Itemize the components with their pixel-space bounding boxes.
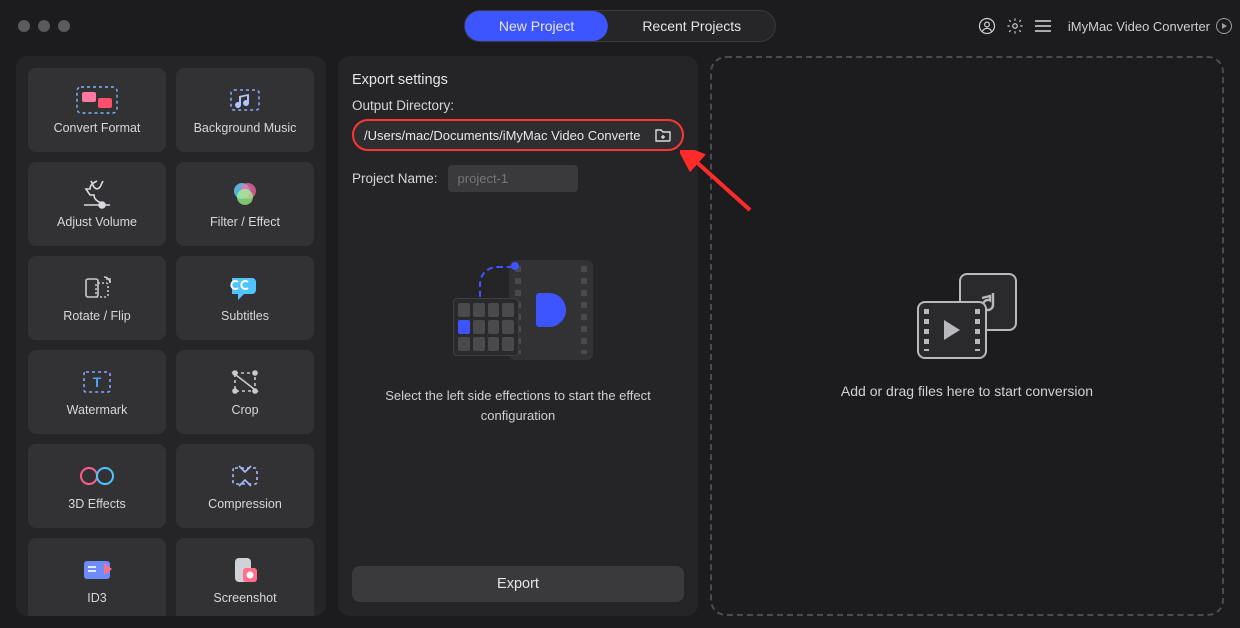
menu-icon[interactable] (1034, 17, 1052, 35)
effect-hint-text: Select the left side effections to start… (352, 386, 684, 425)
maximize-window-icon[interactable] (58, 20, 70, 32)
adjust-volume-icon (80, 179, 114, 209)
app-play-icon (1216, 18, 1232, 34)
output-directory-field[interactable]: /Users/mac/Documents/iMyMac Video Conver… (352, 119, 684, 151)
id3-icon (80, 555, 114, 585)
tool-label: Rotate / Flip (63, 309, 130, 323)
crop-icon (228, 367, 262, 397)
export-settings-panel: Export settings Output Directory: /Users… (338, 56, 698, 616)
tool-label: Background Music (194, 121, 297, 135)
tool-background-music[interactable]: Background Music (176, 68, 314, 152)
file-drop-zone[interactable]: Add or drag files here to start conversi… (710, 56, 1224, 616)
output-directory-value: /Users/mac/Documents/iMyMac Video Conver… (364, 128, 648, 143)
filter-effect-icon (230, 179, 260, 209)
svg-text:T: T (93, 374, 102, 390)
export-button[interactable]: Export (352, 566, 684, 602)
tool-3d-effects[interactable]: 3D Effects (28, 444, 166, 528)
tool-label: Compression (208, 497, 282, 511)
tool-label: Crop (231, 403, 258, 417)
screenshot-icon (230, 555, 260, 585)
tool-crop[interactable]: Crop (176, 350, 314, 434)
tool-filter-effect[interactable]: Filter / Effect (176, 162, 314, 246)
tool-compression[interactable]: Compression (176, 444, 314, 528)
gear-icon[interactable] (1006, 17, 1024, 35)
close-window-icon[interactable] (18, 20, 30, 32)
output-directory-label: Output Directory: (352, 98, 684, 113)
effect-illustration (443, 260, 593, 360)
minimize-window-icon[interactable] (38, 20, 50, 32)
app-name-badge: iMyMac Video Converter (1062, 18, 1232, 34)
tab-new-project[interactable]: New Project (465, 11, 608, 41)
drop-zone-icon (917, 273, 1017, 359)
tool-label: Watermark (67, 403, 128, 417)
tool-rotate-flip[interactable]: Rotate / Flip (28, 256, 166, 340)
tool-label: Convert Format (54, 121, 141, 135)
tool-convert-format[interactable]: Convert Format (28, 68, 166, 152)
project-name-label: Project Name: (352, 171, 438, 186)
tool-id3[interactable]: ID3 (28, 538, 166, 616)
tool-label: 3D Effects (68, 497, 125, 511)
compression-icon (227, 461, 263, 491)
tab-recent-projects[interactable]: Recent Projects (608, 11, 775, 41)
tool-label: Subtitles (221, 309, 269, 323)
rotate-flip-icon (80, 273, 114, 303)
titlebar: New Project Recent Projects iMyMac Video… (0, 0, 1240, 52)
window-controls (12, 20, 70, 32)
header-right: iMyMac Video Converter (978, 17, 1232, 35)
tools-sidebar: Convert Format Background Music Adjust V… (16, 56, 326, 616)
subtitles-icon (228, 273, 262, 303)
tool-label: Adjust Volume (57, 215, 137, 229)
watermark-icon: T (80, 367, 114, 397)
tool-subtitles[interactable]: Subtitles (176, 256, 314, 340)
tool-watermark[interactable]: T Watermark (28, 350, 166, 434)
export-settings-title: Export settings (352, 72, 684, 88)
tool-label: Filter / Effect (210, 215, 280, 229)
3d-effects-icon (77, 461, 117, 491)
drop-zone-text: Add or drag files here to start conversi… (841, 383, 1093, 399)
project-tabs: New Project Recent Projects (464, 10, 776, 42)
browse-folder-icon[interactable] (654, 127, 672, 143)
background-music-icon (225, 85, 265, 115)
convert-format-icon (76, 85, 118, 115)
tool-screenshot[interactable]: Screenshot (176, 538, 314, 616)
project-name-input[interactable] (448, 165, 578, 192)
tool-label: Screenshot (213, 591, 276, 605)
app-name-label: iMyMac Video Converter (1068, 19, 1210, 34)
tool-adjust-volume[interactable]: Adjust Volume (28, 162, 166, 246)
account-icon[interactable] (978, 17, 996, 35)
tool-label: ID3 (87, 591, 106, 605)
